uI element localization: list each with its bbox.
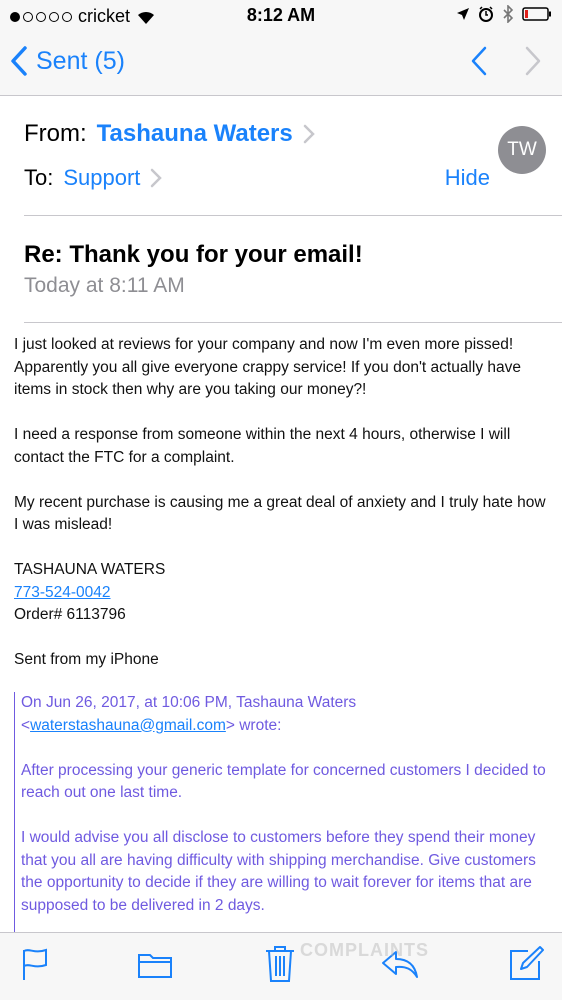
quote-email-link[interactable]: waterstashauna@gmail.com bbox=[30, 717, 226, 734]
quote-email-open: < bbox=[21, 716, 31, 734]
chevron-right-icon bbox=[303, 124, 315, 144]
header-divider bbox=[24, 215, 562, 216]
compose-icon bbox=[510, 946, 544, 980]
back-button[interactable]: Sent (5) bbox=[10, 46, 125, 76]
quote-paragraph: I would advise you all disclose to custo… bbox=[21, 829, 536, 914]
message-subject: Re: Thank you for your email! bbox=[24, 241, 363, 268]
trash-icon bbox=[266, 946, 294, 982]
subject-divider bbox=[24, 322, 562, 323]
bottom-toolbar bbox=[0, 932, 562, 1000]
body-paragraph: I just looked at reviews for your compan… bbox=[14, 336, 521, 398]
body-paragraph: I need a response from someone within th… bbox=[14, 426, 511, 466]
previous-message-button[interactable] bbox=[470, 46, 488, 76]
quoted-message: On Jun 26, 2017, at 10:06 PM, Tashauna W… bbox=[14, 692, 554, 932]
message-navigation bbox=[470, 46, 542, 76]
quote-paragraph: After processing your generic template f… bbox=[21, 761, 546, 802]
message-body: I just looked at reviews for your compan… bbox=[14, 334, 550, 672]
status-icons bbox=[456, 5, 552, 23]
chevron-right-icon bbox=[151, 168, 163, 188]
signature-order: Order# 6113796 bbox=[14, 606, 126, 623]
move-to-folder-button[interactable] bbox=[137, 951, 173, 984]
to-label: To: bbox=[24, 165, 54, 190]
recipient-name[interactable]: Support bbox=[63, 165, 140, 191]
hide-details-button[interactable]: Hide bbox=[445, 165, 490, 191]
from-row: From: Tashauna Waters bbox=[24, 120, 315, 148]
bluetooth-icon bbox=[503, 5, 514, 23]
alarm-clock-icon bbox=[479, 6, 493, 22]
signature-name: TASHAUNA WATERS bbox=[14, 561, 166, 578]
quote-header-text: On Jun 26, 2017, at 10:06 PM, Tashauna W… bbox=[21, 694, 357, 711]
quote-email-close: > wrote: bbox=[225, 716, 282, 734]
watermark: COMPLAINTS bbox=[300, 940, 429, 960]
flag-button[interactable] bbox=[20, 947, 50, 986]
to-row: To: Support bbox=[24, 165, 163, 191]
sender-avatar[interactable]: TW bbox=[498, 126, 546, 174]
next-message-button[interactable] bbox=[524, 46, 542, 76]
quote-header: On Jun 26, 2017, at 10:06 PM, Tashauna W… bbox=[21, 692, 554, 737]
signature: TASHAUNA WATERS 773-524-0042 Order# 6113… bbox=[14, 559, 550, 627]
navigation-bar: Sent (5) bbox=[0, 32, 562, 96]
from-label: From: bbox=[24, 120, 87, 147]
back-label: Sent (5) bbox=[36, 46, 125, 75]
compose-button[interactable] bbox=[508, 945, 544, 986]
location-arrow-icon bbox=[457, 8, 469, 20]
flag-icon bbox=[23, 948, 47, 980]
trash-button[interactable] bbox=[264, 945, 296, 988]
body-paragraph: My recent purchase is causing me a great… bbox=[14, 493, 546, 534]
chevron-left-icon bbox=[11, 46, 27, 76]
sent-from-line: Sent from my iPhone bbox=[14, 651, 159, 668]
message-date: Today at 8:11 AM bbox=[24, 274, 185, 297]
sender-name[interactable]: Tashauna Waters bbox=[97, 120, 293, 148]
signature-phone-link[interactable]: 773-524-0042 bbox=[14, 582, 550, 605]
battery-icon bbox=[522, 7, 551, 21]
status-bar: cricket 8:12 AM bbox=[0, 0, 562, 32]
folder-icon bbox=[138, 954, 172, 978]
